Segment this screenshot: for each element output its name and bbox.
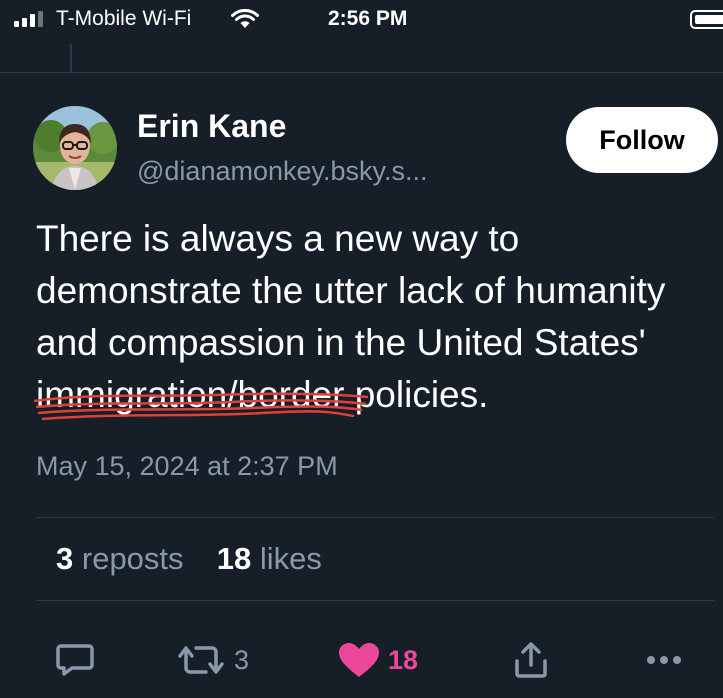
divider	[36, 600, 714, 601]
status-bar: T-Mobile Wi-Fi 2:56 PM	[0, 0, 723, 44]
signal-strength-icon	[14, 11, 43, 27]
nav-divider-tick	[70, 44, 72, 72]
post-stats: 3 reposts 18 likes	[56, 541, 322, 577]
post-text-line: There is always a new way to	[36, 218, 520, 259]
struck-through-word: immigration/border	[33, 369, 369, 421]
ellipsis-icon	[647, 656, 681, 664]
likes-stat[interactable]: 18 likes	[217, 541, 322, 576]
follow-button[interactable]: Follow	[566, 107, 718, 173]
repost-count: 3	[234, 644, 250, 675]
author-handle[interactable]: @dianamonkey.bsky.s...	[137, 156, 428, 187]
header-divider	[0, 72, 723, 73]
repost-arrows-icon	[178, 646, 224, 674]
author-name[interactable]: Erin Kane	[137, 108, 286, 145]
wifi-icon	[231, 9, 259, 28]
status-time: 2:56 PM	[328, 7, 408, 30]
like-count: 18	[388, 644, 419, 675]
divider	[36, 517, 714, 518]
more-options-button[interactable]	[646, 640, 682, 680]
struck-through-text: immigration/border	[36, 374, 345, 415]
share-button[interactable]	[514, 640, 548, 680]
post-timestamp: May 15, 2024 at 2:37 PM	[36, 451, 338, 481]
speech-bubble-icon	[56, 644, 94, 676]
repost-button[interactable]: 3	[176, 640, 249, 680]
like-button[interactable]: 18	[338, 640, 418, 680]
post-text-line: and compassion in the United States'	[36, 322, 646, 363]
likes-label: likes	[259, 541, 322, 576]
likes-count: 18	[216, 541, 252, 576]
reposts-stat[interactable]: 3 reposts	[56, 541, 184, 576]
post-text-tail: policies.	[344, 374, 489, 415]
post-text-last-line: immigration/border policies.	[33, 369, 721, 421]
carrier-label: T-Mobile Wi-Fi	[56, 7, 192, 30]
reposts-count: 3	[56, 541, 74, 576]
reply-button[interactable]	[56, 640, 94, 680]
share-icon	[515, 642, 547, 678]
battery-icon	[690, 10, 723, 29]
post-text: There is always a new way to demonstrate…	[33, 213, 721, 421]
avatar[interactable]	[33, 106, 117, 190]
post-text-line: demonstrate the utter lack of humanity	[36, 270, 666, 311]
heart-icon	[339, 643, 379, 677]
reposts-label: reposts	[81, 541, 184, 576]
